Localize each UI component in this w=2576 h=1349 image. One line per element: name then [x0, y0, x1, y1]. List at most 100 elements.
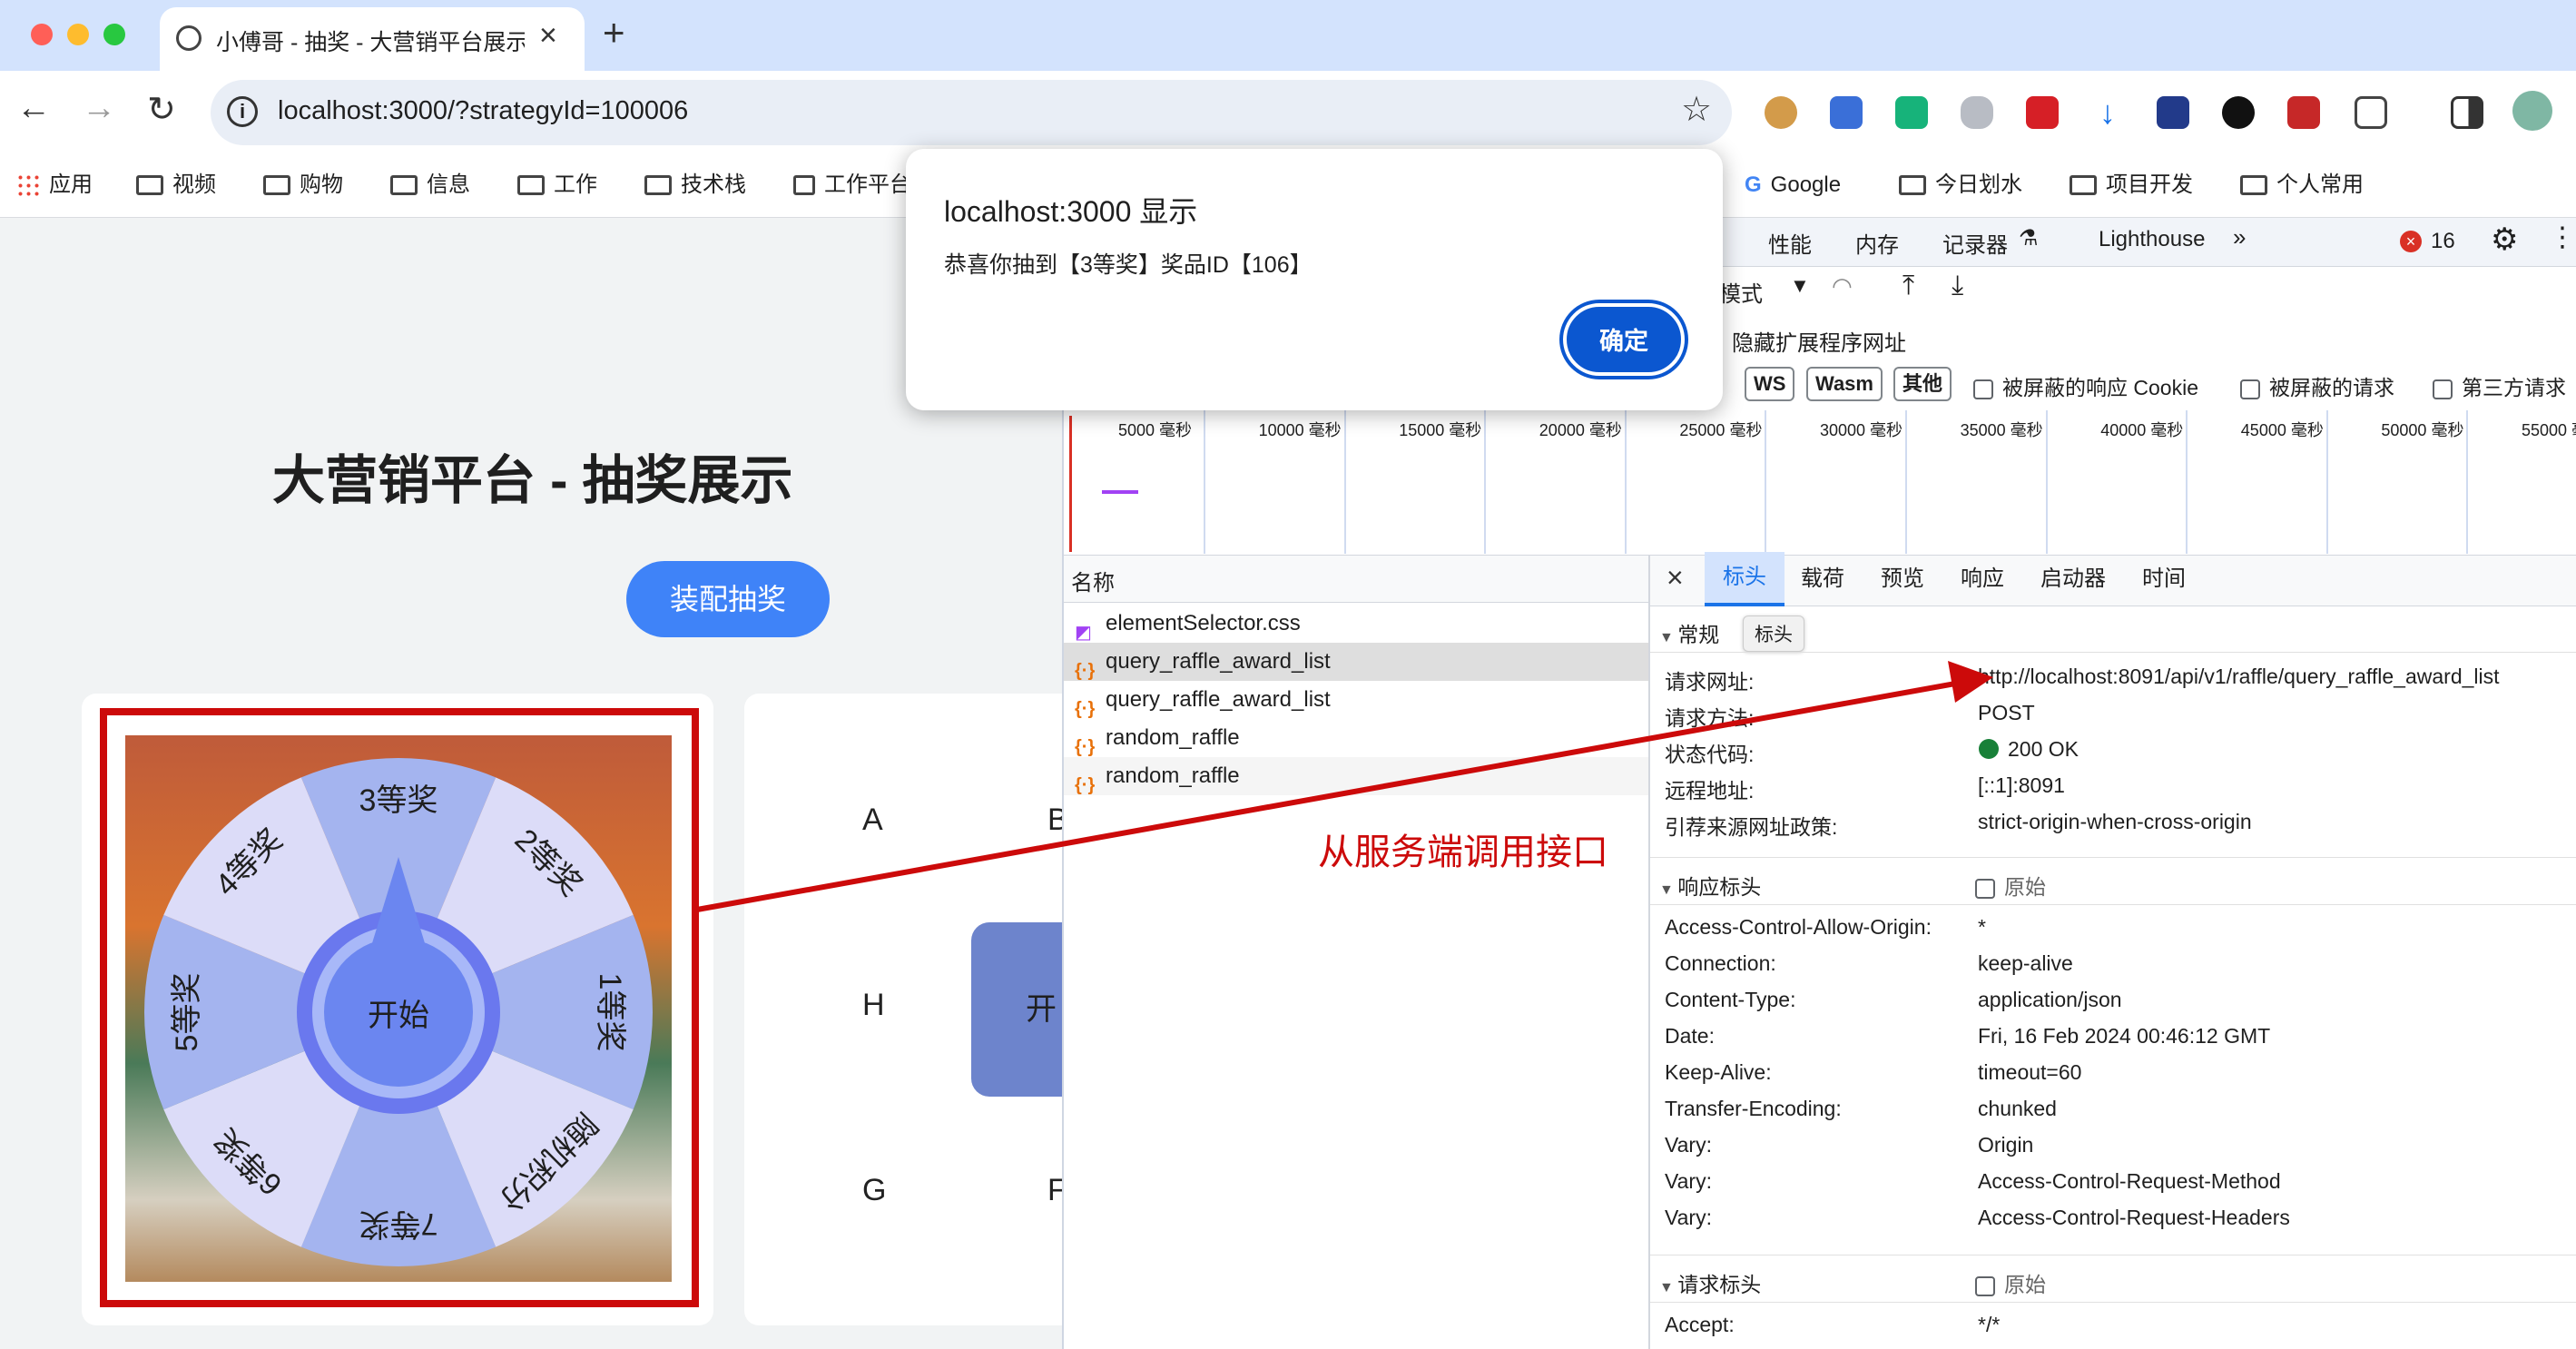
response-raw-toggle[interactable]: 原始 — [1975, 870, 2046, 901]
tab-lighthouse[interactable]: Lighthouse — [2099, 227, 2205, 252]
extensions-puzzle-icon[interactable] — [2355, 96, 2387, 129]
tab-performance[interactable]: 性能 — [1768, 227, 1812, 259]
url-text[interactable]: localhost:3000/?strategyId=100006 — [278, 96, 688, 126]
bookmark-folder[interactable]: 今日划水 — [1899, 167, 2022, 203]
wifi-icon[interactable]: ◠ — [1832, 272, 1853, 300]
upload-icon[interactable]: ⤒ — [1903, 271, 1914, 301]
general-key: 请求方法: — [1665, 706, 1755, 730]
site-info-icon[interactable]: i — [227, 96, 258, 127]
browser-tab[interactable]: 小傅哥 - 抽奖 - 大营销平台展示 × — [160, 7, 585, 71]
timeline-label: 25000 毫秒 — [1679, 421, 1763, 439]
bookmark-folder[interactable]: 信息 — [390, 167, 470, 203]
cookie-extension-icon[interactable] — [1765, 96, 1797, 129]
new-tab-button[interactable]: + — [603, 11, 625, 54]
checkbox[interactable] — [1975, 1275, 1995, 1296]
request-row[interactable]: {·} query_raffle_award_list — [1064, 643, 1648, 681]
highlight-box — [100, 708, 699, 1307]
bookmark-apps[interactable]: 应用 — [16, 167, 93, 203]
close-window-button[interactable] — [31, 24, 53, 45]
filter-blocked-requests[interactable]: 被屏蔽的请求 — [2240, 370, 2394, 401]
details-tab-preview[interactable]: 预览 — [1881, 552, 1924, 606]
tab-title: 小傅哥 - 抽奖 - 大营销平台展示 — [216, 30, 525, 55]
more-menu-icon[interactable]: ⋮ — [2549, 222, 2576, 253]
tab-memory[interactable]: 内存 — [1855, 227, 1899, 259]
video-extension-icon[interactable] — [2026, 96, 2059, 129]
checkbox[interactable] — [2240, 379, 2260, 399]
response-header-key: Access-Control-Allow-Origin: — [1665, 915, 1932, 939]
green-extension-icon[interactable] — [1895, 96, 1928, 129]
google-icon: G — [1745, 172, 1762, 197]
tab-close-icon[interactable]: × — [539, 18, 557, 54]
tab-recorder[interactable]: 记录器 — [1942, 227, 2008, 259]
settings-gear-icon[interactable]: ⚙ — [2491, 222, 2518, 258]
timeline-label: 45000 毫秒 — [2240, 421, 2324, 439]
request-row[interactable]: ◩ elementSelector.css — [1064, 605, 1648, 643]
filter-third-party[interactable]: 第三方请求 — [2433, 370, 2566, 401]
download-extension-icon[interactable]: ↓ — [2091, 96, 2124, 129]
throttle-mode-label[interactable]: 模式 — [1719, 276, 1763, 308]
details-tab-payload[interactable]: 载荷 — [1801, 552, 1844, 606]
filter-chip-wasm[interactable]: Wasm — [1806, 367, 1883, 401]
filter-chip-other[interactable]: 其他 — [1893, 367, 1952, 401]
address-bar[interactable]: i localhost:3000/?strategyId=100006 ☆ — [211, 80, 1732, 145]
checkbox[interactable] — [2433, 379, 2453, 399]
bookmark-folder[interactable]: 视频 — [136, 167, 216, 203]
details-tab-timing[interactable]: 时间 — [2142, 552, 2186, 606]
jh-extension-icon[interactable] — [1830, 96, 1863, 129]
reload-icon[interactable]: ↻ — [147, 89, 176, 130]
bookmark-google[interactable]: G Google — [1745, 167, 1841, 203]
bookmark-folder[interactable]: 工作平台 — [793, 167, 911, 203]
general-key: 状态代码: — [1665, 743, 1755, 766]
download-icon[interactable]: ⤓ — [1952, 271, 1963, 301]
request-row[interactable]: {·} query_raffle_award_list — [1064, 681, 1648, 719]
response-header-value: chunked — [1978, 1097, 2057, 1120]
timeline-label: 10000 毫秒 — [1258, 421, 1342, 439]
maximize-window-button[interactable] — [103, 24, 125, 45]
filter-chip-ws[interactable]: WS — [1745, 367, 1795, 401]
request-raw-toggle[interactable]: 原始 — [1975, 1267, 2046, 1298]
details-tab-headers[interactable]: 标头 — [1705, 552, 1785, 606]
bookmark-folder[interactable]: 项目开发 — [2070, 167, 2193, 203]
response-headers-section-header[interactable]: ▼ 响应标头 — [1659, 870, 1761, 901]
filter-blocked-cookies[interactable]: 被屏蔽的响应 Cookie — [1973, 370, 2198, 401]
bookmark-folder[interactable]: 购物 — [263, 167, 343, 203]
checkbox[interactable] — [1975, 878, 1995, 899]
folder-icon — [390, 175, 418, 195]
side-panel-icon[interactable] — [2451, 96, 2483, 129]
forward-icon[interactable]: → — [82, 89, 116, 128]
minimize-window-button[interactable] — [67, 24, 89, 45]
timeline-gridline — [1204, 410, 1205, 554]
grid-start-button[interactable]: 开 — [971, 922, 1062, 1097]
request-headers-section-header[interactable]: ▼ 请求标头 — [1659, 1267, 1761, 1298]
bookmark-folder[interactable]: 工作 — [517, 167, 597, 203]
hide-extension-urls-label[interactable]: 隐藏扩展程序网址 — [1732, 325, 1906, 357]
general-section-header[interactable]: ▼ 常规 — [1659, 617, 1719, 648]
infinity-extension-icon[interactable] — [2222, 96, 2255, 129]
error-count[interactable]: 16 — [2431, 229, 2455, 254]
annotation-label: 从服务端调用接口 — [1318, 832, 1608, 872]
shield-extension-icon[interactable] — [1961, 96, 1993, 129]
timeline-gridline — [2466, 410, 2469, 554]
bookmark-folder[interactable]: 个人常用 — [2240, 167, 2364, 203]
response-header-key: Vary: — [1665, 1133, 1712, 1157]
photo-extension-icon[interactable] — [2157, 96, 2189, 129]
dialog-ok-button[interactable]: 确定 — [1563, 303, 1685, 376]
details-tab-response[interactable]: 响应 — [1961, 552, 2004, 606]
more-tabs-icon[interactable]: » — [2233, 223, 2246, 251]
response-header-value: timeout=60 — [1978, 1060, 2082, 1084]
assemble-raffle-button[interactable]: 装配抽奖 — [626, 561, 830, 637]
profile-avatar[interactable] — [2512, 91, 2552, 131]
back-icon[interactable]: ← — [16, 89, 51, 128]
timeline-bar — [1102, 490, 1138, 494]
timeline-gridline — [1905, 410, 1907, 554]
request-row[interactable]: {·} random_raffle — [1064, 719, 1648, 757]
checkbox[interactable] — [1973, 379, 1993, 399]
general-key: 请求网址: — [1665, 670, 1755, 694]
chevron-down-icon[interactable]: ▼ — [1790, 274, 1810, 298]
request-row[interactable]: {·} random_raffle — [1064, 757, 1648, 795]
bookmark-star-icon[interactable]: ☆ — [1681, 89, 1712, 130]
close-details-icon[interactable]: × — [1667, 561, 1684, 595]
red-extension-icon[interactable] — [2287, 96, 2320, 129]
bookmark-folder[interactable]: 技术栈 — [644, 167, 746, 203]
details-tab-initiator[interactable]: 启动器 — [2040, 552, 2106, 606]
